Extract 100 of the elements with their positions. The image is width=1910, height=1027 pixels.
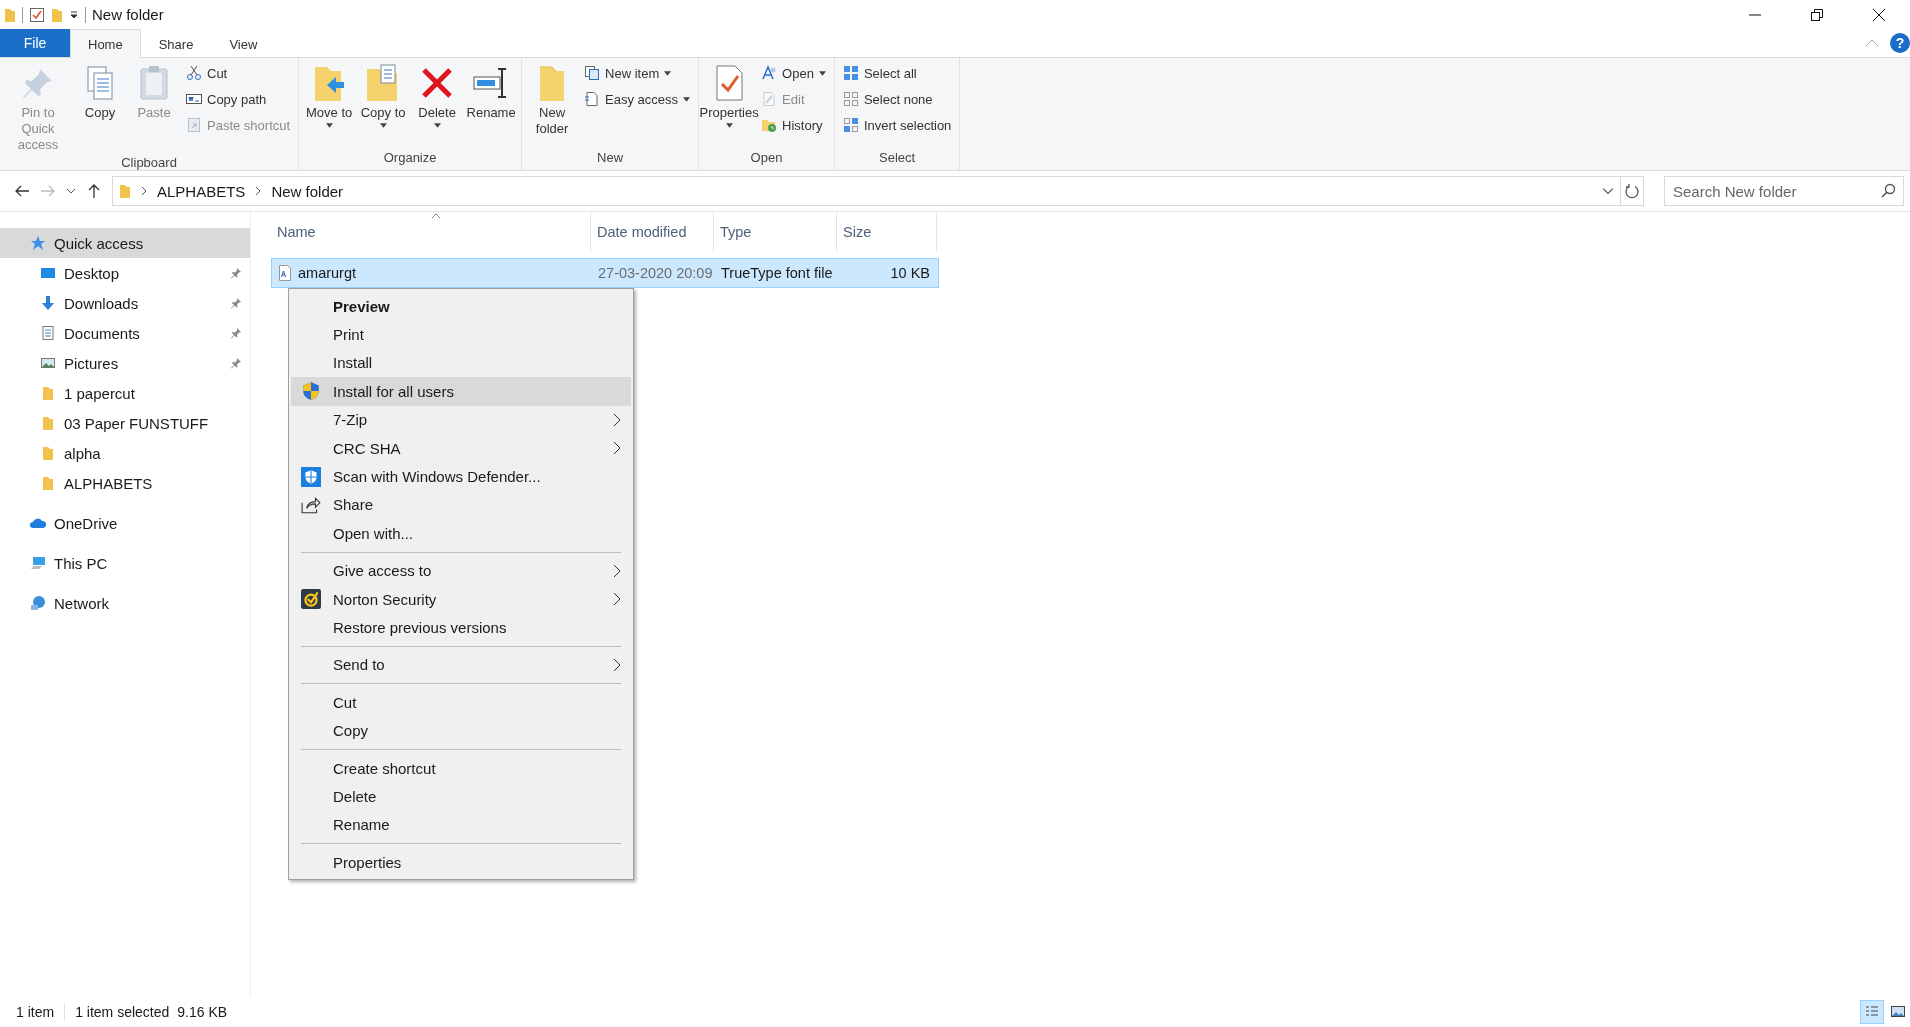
dropdown-icon [325, 123, 333, 128]
history-icon [761, 117, 778, 133]
ribbon-button[interactable]: New folder [526, 61, 579, 150]
menu-item[interactable]: Norton Security [291, 584, 631, 614]
breadcrumb[interactable]: New folder [271, 182, 344, 200]
menu-item[interactable]: Open with... [291, 519, 631, 548]
checkmark-document-icon[interactable] [29, 6, 45, 23]
monitor-icon [40, 265, 56, 281]
window-title: New folder [92, 6, 164, 23]
ribbon-button[interactable]: Rename [465, 61, 518, 150]
menu-item[interactable]: Copy [291, 716, 631, 745]
address-bar[interactable]: ALPHABETS New folder [112, 176, 1621, 206]
dropdown-icon [664, 70, 672, 76]
table-cell: TrueType font file [721, 265, 833, 281]
ribbon-button[interactable]: Delete [411, 61, 464, 150]
nav-item[interactable]: alpha [0, 438, 250, 468]
menu-item[interactable]: Install for all users [291, 377, 631, 406]
sort-icon [430, 213, 441, 219]
grid-icon [842, 117, 859, 133]
group-label: Select [878, 150, 917, 167]
menu-item[interactable]: Rename [291, 810, 631, 840]
scissors-icon [186, 65, 202, 81]
chevron-icon[interactable] [141, 186, 147, 196]
nav-item[interactable]: Documents [0, 318, 250, 348]
file-tab[interactable]: File [0, 29, 70, 57]
breadcrumb[interactable]: ALPHABETS [157, 182, 246, 200]
menu-item[interactable]: 7-Zip [291, 405, 631, 434]
ribbon-button[interactable]: Move to [303, 61, 356, 150]
recent-locations-icon[interactable] [66, 186, 76, 196]
refresh-button[interactable] [1621, 176, 1644, 206]
nav-item[interactable]: ALPHABETS [0, 468, 250, 498]
nav-item[interactable]: Pictures [0, 348, 250, 378]
ribbon-button[interactable]: Open [761, 61, 830, 85]
network-icon [30, 595, 46, 611]
ribbon-button[interactable]: History [761, 113, 830, 137]
ribbon-button[interactable]: Easy access [584, 87, 695, 111]
menu-item[interactable]: Properties [291, 848, 631, 877]
ribbon-button[interactable]: Copy to [357, 61, 410, 150]
ribbon-tab[interactable]: Share [140, 29, 212, 58]
shield-icon [301, 466, 321, 487]
ribbon-button[interactable]: New item [584, 61, 695, 85]
ribbon-button[interactable]: Copy [74, 61, 126, 155]
nav-item[interactable]: Quick access [0, 228, 250, 258]
table-cell: 10 KB [890, 265, 930, 281]
dropdown-icon[interactable] [69, 9, 79, 20]
open-icon [761, 65, 778, 81]
dropdown-icon [379, 123, 387, 128]
menu-item[interactable]: Delete [291, 782, 631, 811]
ribbon-button[interactable]: Invert selection [842, 113, 956, 137]
column-header[interactable]: Date modified [591, 212, 714, 252]
nav-item[interactable]: This PC [0, 548, 250, 578]
menu-item[interactable]: Give access to [291, 556, 631, 585]
menu-item[interactable]: Print [291, 320, 631, 349]
nav-item[interactable]: Downloads [0, 288, 250, 318]
folder-icon [4, 6, 16, 23]
ribbon-button[interactable]: Cut [186, 61, 295, 85]
ribbon-tab[interactable]: Home [70, 29, 141, 58]
file-row[interactable]: amarurgt 27-03-2020 20:09 TrueType font file 10 KB [271, 258, 939, 288]
column-header[interactable]: Size [837, 212, 937, 252]
group-label: Organize [382, 150, 438, 167]
search-field[interactable]: Search New folder [1664, 176, 1904, 206]
table-cell: 27-03-2020 20:09 [598, 265, 713, 281]
grid-icon [842, 91, 859, 107]
nav-item[interactable]: Network [0, 588, 250, 618]
dropdown-icon [818, 70, 826, 76]
group-label: New [596, 150, 625, 167]
menu-item[interactable]: Restore previous versions [291, 613, 631, 642]
menu-item[interactable]: Scan with Windows Defender... [291, 462, 631, 491]
group-label: Open [749, 150, 784, 167]
back-icon[interactable] [14, 183, 30, 199]
chevron-icon[interactable] [255, 186, 262, 196]
chevron-icon [613, 657, 621, 672]
menu-item[interactable]: Create shortcut [291, 753, 631, 783]
column-header[interactable]: Type [714, 212, 837, 252]
column-header[interactable]: Name [271, 212, 591, 252]
menu-item[interactable]: Share [291, 490, 631, 520]
table-cell: amarurgt [298, 265, 357, 281]
menu-item[interactable]: Preview [291, 292, 631, 321]
download-icon [40, 295, 56, 311]
star-icon [30, 235, 46, 251]
ribbon-button[interactable]: Copy path [186, 87, 295, 111]
help-button[interactable]: ? [1890, 33, 1910, 53]
menu-item[interactable]: Send to [291, 650, 631, 680]
group-label: Clipboard [120, 155, 178, 172]
nav-item[interactable]: 03 Paper FUNSTUFF [0, 408, 250, 438]
nav-item[interactable]: OneDrive [0, 508, 250, 538]
ribbon-button[interactable]: Select all [842, 61, 956, 85]
menu-item[interactable]: CRC SHA [291, 433, 631, 463]
folder-icon [119, 183, 131, 199]
menu-item[interactable]: Cut [291, 688, 631, 717]
share-icon [301, 494, 321, 515]
ribbon-tab[interactable]: View [211, 29, 276, 58]
up-icon[interactable] [86, 183, 102, 199]
shortcut-icon [186, 117, 202, 133]
menu-item[interactable]: Install [291, 348, 631, 378]
ribbon-button[interactable]: Select none [842, 87, 956, 111]
nav-item[interactable]: Desktop [0, 258, 250, 288]
nav-item[interactable]: 1 papercut [0, 378, 250, 408]
picture-icon [40, 355, 56, 371]
picture-icon [1890, 1004, 1906, 1020]
